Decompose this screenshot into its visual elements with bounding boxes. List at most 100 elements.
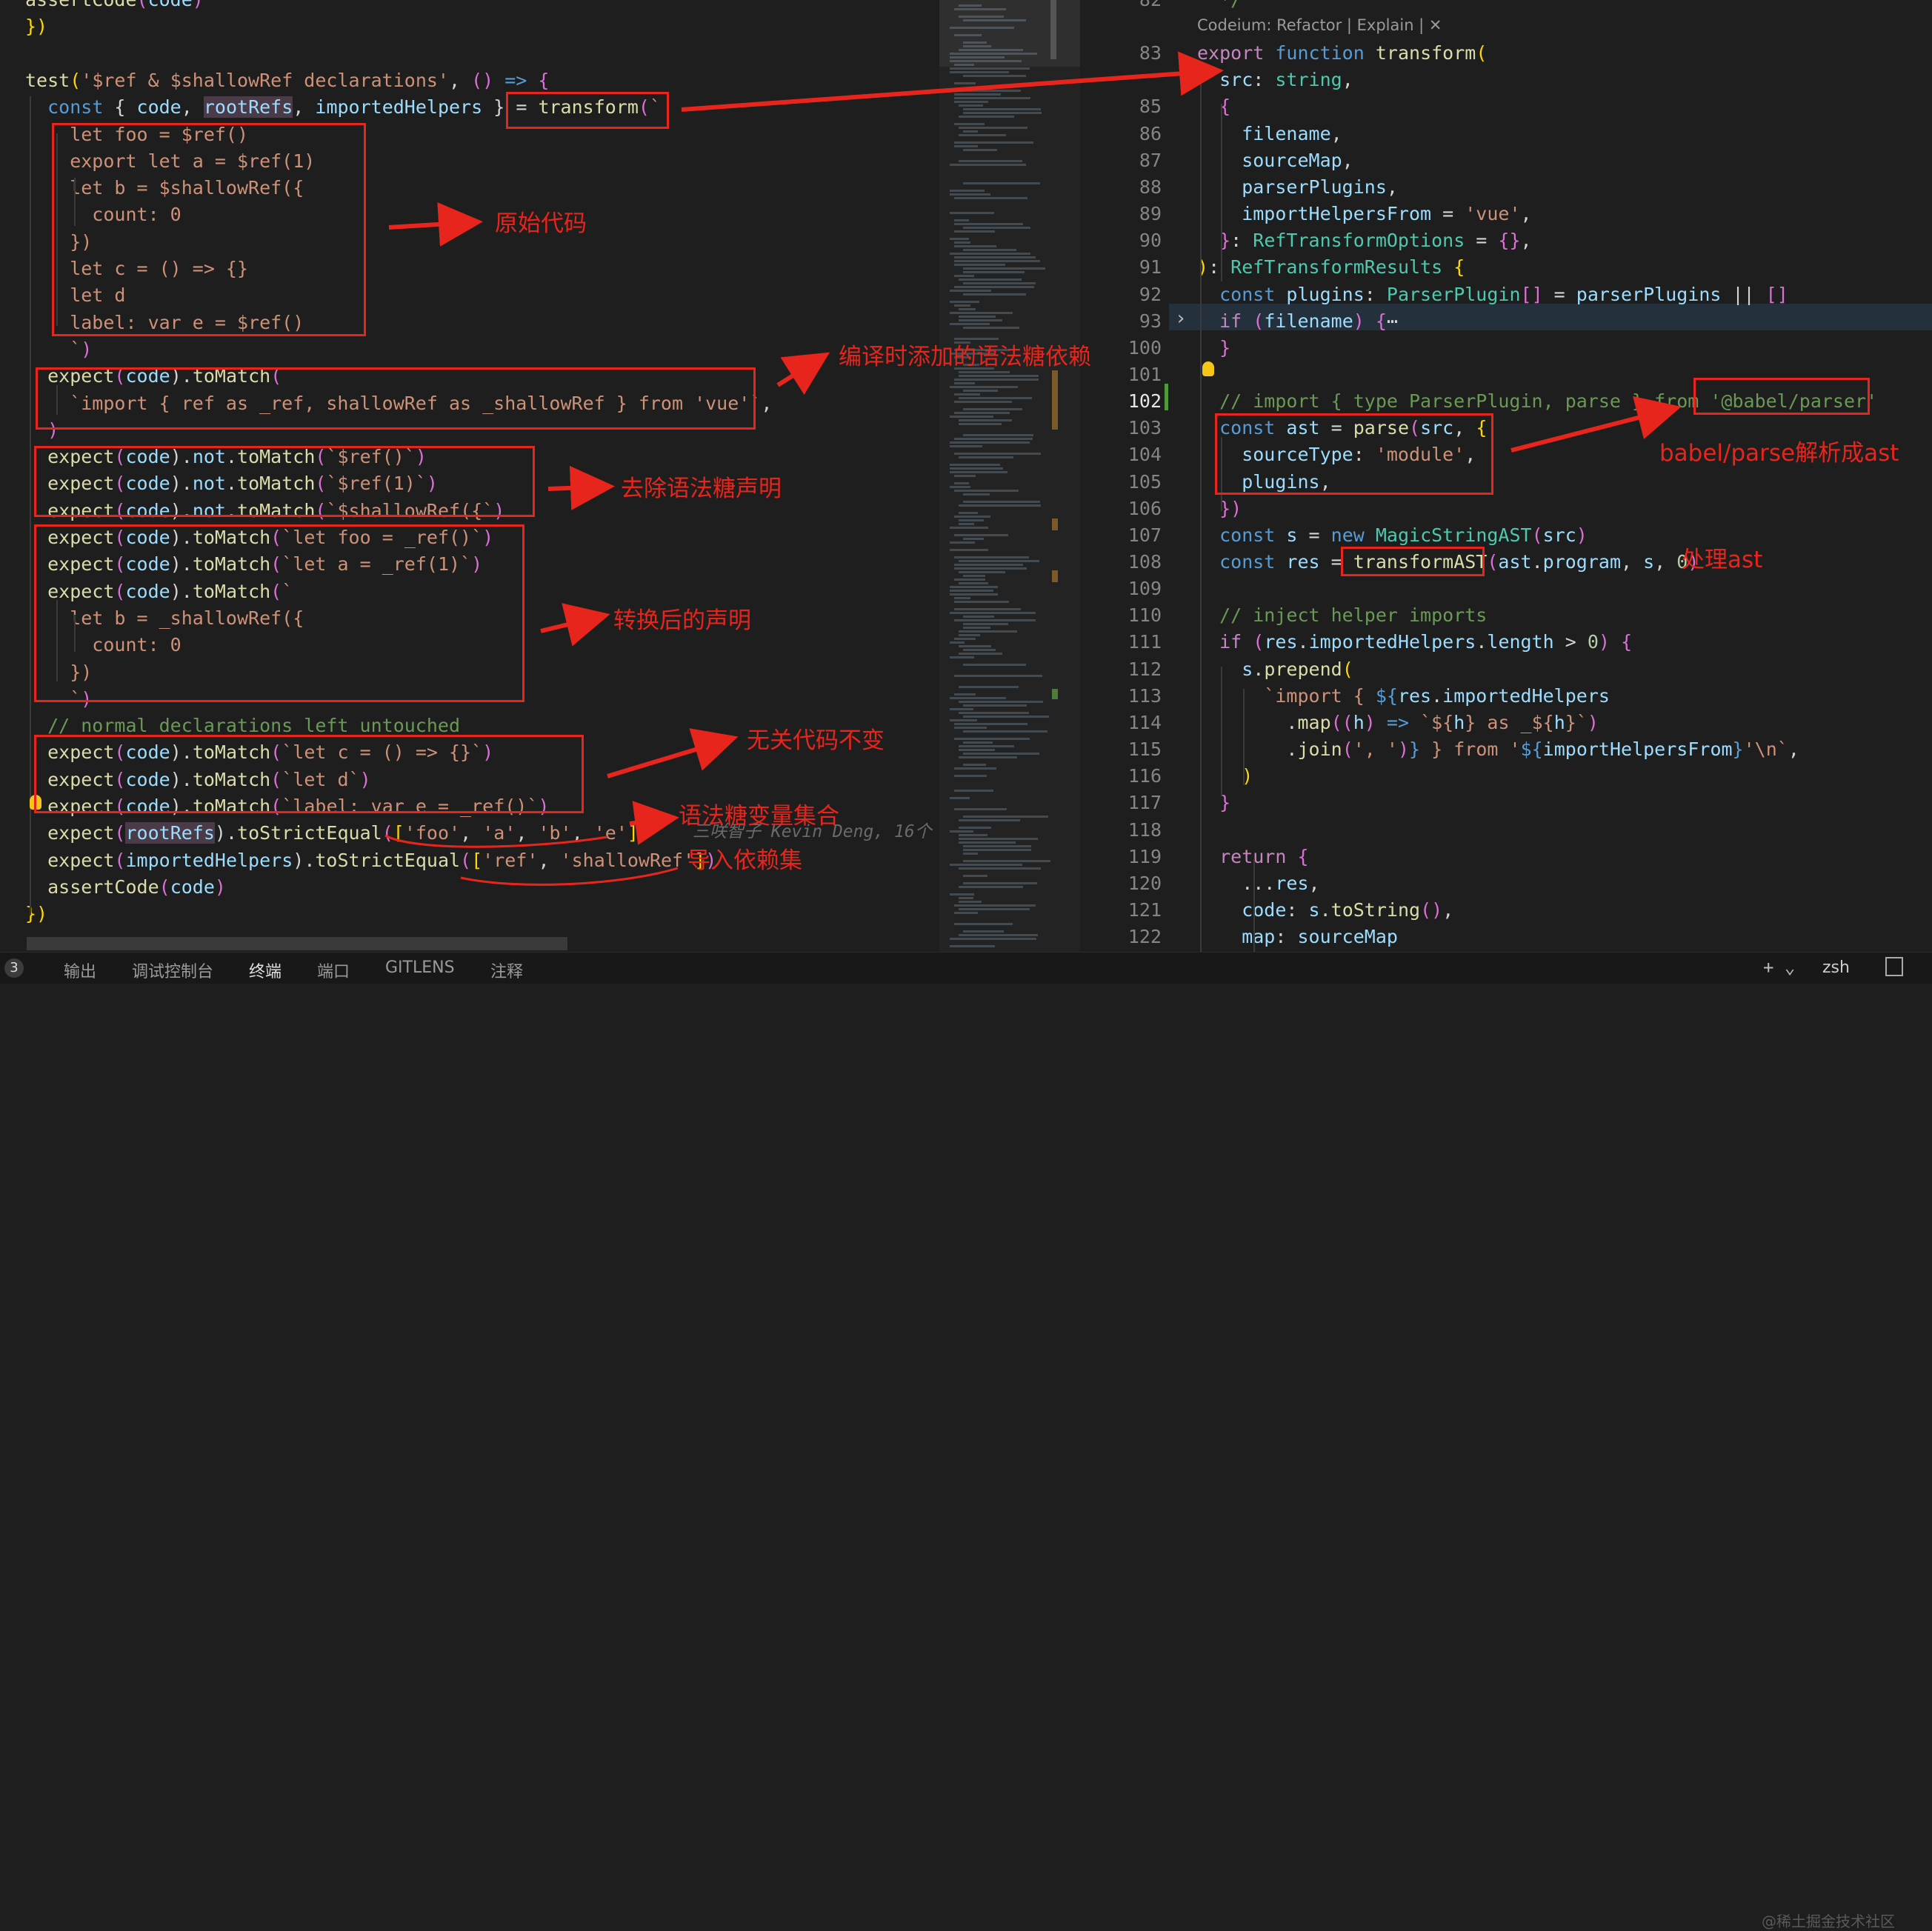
code-token: ) [214,876,226,898]
code-line[interactable]: // inject helper imports [1197,602,1487,629]
code-line[interactable]: assertCode(code) [25,0,204,13]
code-line[interactable]: importHelpersFrom = 'vue', [1197,201,1531,227]
minimap-line [963,860,1050,862]
code-line[interactable]: expect(code).not.toMatch(`$ref(1)`) [25,470,438,497]
code-line[interactable]: } [1197,335,1230,361]
line-number: 85 [1139,96,1162,118]
split-terminal-icon[interactable] [1885,957,1903,976]
panel-tab[interactable]: 终端 [249,958,282,982]
minimap[interactable] [939,0,1080,952]
horizontal-scrollbar[interactable] [27,937,567,950]
code-line[interactable]: count: 0 [25,632,181,658]
minimap-line [954,223,1023,225]
code-line[interactable]: .join(', ')} } from '${importHelpersFrom… [1197,736,1799,763]
code-line[interactable]: }) [1197,496,1242,522]
minimap-line [950,893,974,896]
code-line[interactable]: count: 0 [25,201,181,228]
test-editor-pane[interactable]: assertCode(code)}) test('$ref & $shallowR… [0,0,939,952]
add-terminal-icon[interactable]: + ⌄ [1763,957,1795,978]
code-line[interactable]: expect(code).toMatch(`let c = () => {}`) [25,739,493,766]
code-token: code [125,365,170,387]
code-token: toMatch [237,499,316,521]
lightbulb-icon[interactable] [30,795,41,810]
code-line[interactable]: `import { ref as _ref, shallowRef as _sh… [25,390,772,417]
line-number [1080,67,1162,93]
minimap-viewport-slider[interactable] [939,0,1080,67]
source-editor-pane[interactable]: Codeium: Refactor | Explain | ✕ 82 */ 83 e… [1080,0,1932,952]
code-line[interactable]: code: s.toString(), [1197,897,1453,924]
code-token: `let a = _ref(1)` [282,553,472,576]
code-line[interactable]: expect(code).not.toMatch(`$ref()`) [25,444,427,470]
code-line[interactable]: let d [25,282,125,309]
code-line[interactable]: expect(code).toMatch(`let foo = _ref()`) [25,524,493,551]
code-line[interactable]: let c = () => {} [25,256,248,282]
code-line[interactable]: `) [25,686,92,713]
code-token: }) [25,16,48,38]
code-line[interactable]: src: string, [1197,67,1353,93]
code-line[interactable]: }) [25,229,92,256]
panel-tab[interactable]: 端口 [317,958,350,982]
code-line[interactable]: // import { type ParserPlugin, parse } f… [1197,388,1877,415]
code-line[interactable]: expect(importedHelpers).toStrictEqual(['… [25,847,716,874]
code-line[interactable]: }) [25,901,47,927]
code-line[interactable]: `import { ${res.importedHelpers [1197,683,1610,710]
panel-tab[interactable]: 注释 [490,958,523,982]
code-line[interactable]: expect(rootRefs).toStrictEqual(['foo', '… [25,820,650,847]
minimap-line [963,853,978,855]
lightbulb-icon[interactable] [1202,361,1214,376]
code-line[interactable]: const s = new MagicStringAST(src) [1197,522,1588,549]
code-line[interactable]: filename, [1197,121,1342,147]
problems-count-badge[interactable]: 3 [4,958,24,978]
terminal-shell-label[interactable]: zsh [1822,958,1850,977]
code-line[interactable]: expect(code).not.toMatch(`$shallowRef({`… [25,498,504,524]
code-line[interactable]: plugins, [1197,469,1330,496]
code-line[interactable]: const res = transformAST(ast.program, s,… [1197,549,1699,576]
code-line[interactable]: export function transform( [1197,40,1487,67]
minimap-line [963,627,990,629]
code-line[interactable]: expect(code).toMatch( [25,363,282,390]
code-line[interactable]: let b = _shallowRef({ [25,605,304,632]
fold-chevron-icon[interactable]: › [1175,307,1187,330]
code-line[interactable]: test('$ref & $shallowRef declarations', … [25,67,549,94]
code-line[interactable]: expect(code).toMatch(`let a = _ref(1)`) [25,551,482,578]
code-line[interactable]: const { code, rootRefs, importedHelpers … [25,94,661,121]
indent-guide [74,178,76,226]
code-line[interactable]: expect(code).toMatch(` [25,578,293,605]
minimap-line [959,901,982,903]
code-line[interactable]: parserPlugins, [1197,174,1398,201]
scrollbar-thumb[interactable] [1050,0,1056,59]
code-line[interactable]: */ [1197,0,1242,13]
minimap-line [954,101,988,103]
code-line[interactable]: }) [25,659,92,686]
panel-tab[interactable]: 输出 [64,958,96,982]
code-line[interactable]: }) [25,13,47,40]
code-token: expect [47,796,115,817]
code-line[interactable]: expect(code).toMatch(`let d`) [25,767,371,793]
code-line[interactable]: label: var e = $ref() [25,310,304,336]
code-line[interactable]: if (filename) {⋯ [1197,308,1398,335]
code-line[interactable]: sourceType: 'module', [1197,441,1476,468]
code-line[interactable]: } [1197,790,1230,816]
code-line[interactable]: ): RefTransformResults { [1197,254,1465,281]
code-line[interactable]: let foo = $ref() [25,121,248,148]
code-line[interactable]: `) [25,336,92,363]
code-line[interactable]: if (res.importedHelpers.length > 0) { [1197,629,1632,656]
code-line[interactable]: // normal declarations left untouched [25,713,460,739]
code-line[interactable]: export let a = $ref(1) [25,148,315,175]
code-line[interactable]: assertCode(code) [25,874,226,901]
codeium-codelens[interactable]: Codeium: Refactor | Explain | ✕ [1197,16,1442,34]
code-line[interactable]: const plugins: ParserPlugin[] = parserPl… [1197,281,1788,308]
code-line[interactable]: map: sourceMap [1197,924,1398,950]
code-line[interactable]: const ast = parse(src, { [1197,415,1487,441]
code-line[interactable]: let b = $shallowRef({ [25,175,304,201]
minimap-line [954,256,1036,259]
minimap-line [963,930,1004,933]
code-line[interactable]: ...res, [1197,870,1319,897]
code-line[interactable]: { [1197,93,1230,120]
panel-tab[interactable]: GITLENS [385,958,455,977]
code-line[interactable]: .map((h) => `${h} as _${h}`) [1197,710,1599,736]
minimap-line [950,697,1006,699]
code-line[interactable]: expect(code).toMatch(`label: var e = _re… [25,793,549,820]
code-line[interactable]: }: RefTransformOptions = {}, [1197,227,1531,254]
panel-tab[interactable]: 调试控制台 [132,958,213,982]
